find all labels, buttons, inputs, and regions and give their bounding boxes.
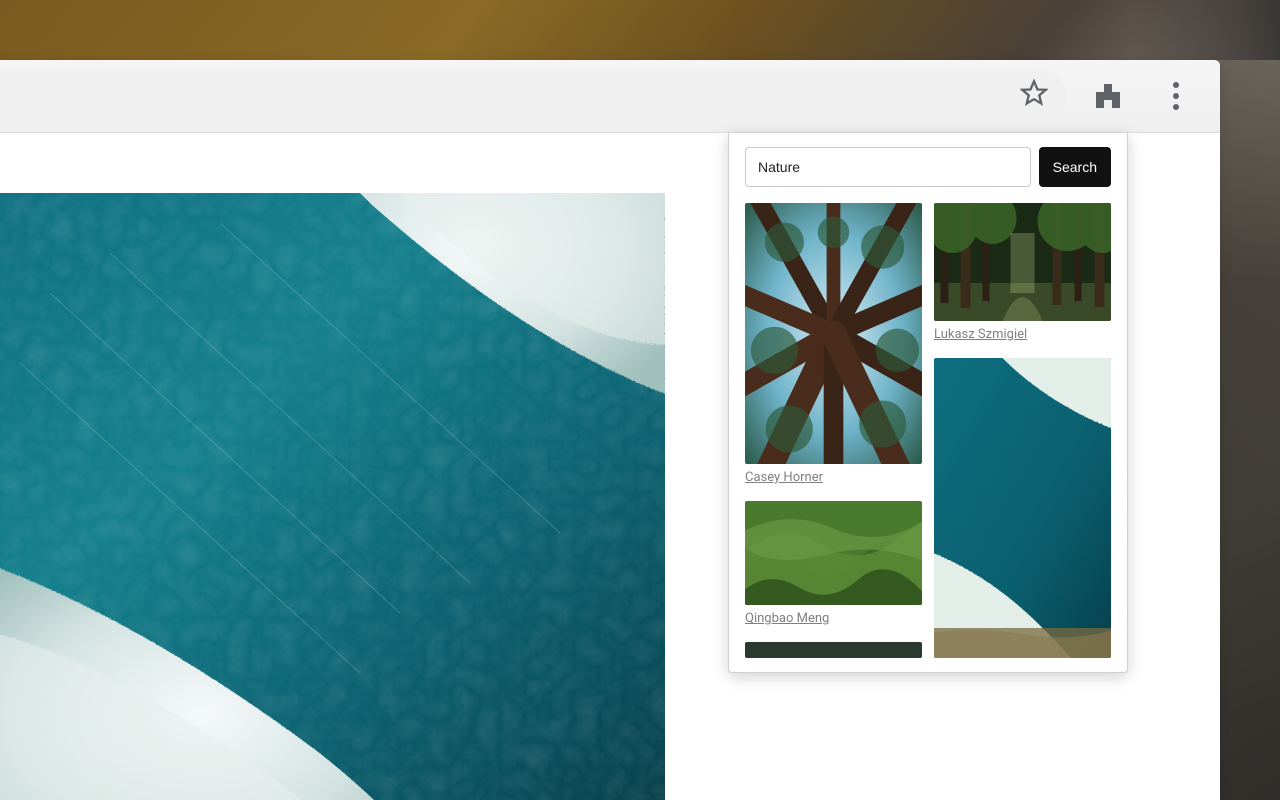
search-button[interactable]: Search xyxy=(1039,147,1111,187)
desktop-background-edge xyxy=(1130,0,1280,60)
unsplash-extension-icon[interactable] xyxy=(1092,80,1124,112)
results-column-left: Casey Horner Qingbao Meng xyxy=(745,203,922,658)
search-input[interactable] xyxy=(745,147,1031,187)
bookmark-star-icon[interactable] xyxy=(1020,79,1048,111)
search-row: Search xyxy=(745,147,1111,187)
extension-popup: Search xyxy=(728,133,1128,673)
hero-image-ocean xyxy=(0,193,665,800)
result-thumbnail-trees[interactable] xyxy=(745,203,922,464)
address-bar[interactable] xyxy=(0,70,1066,120)
kebab-menu-icon[interactable] xyxy=(1160,80,1192,112)
result-thumbnail-partial[interactable] xyxy=(745,642,922,658)
photo-credit-link[interactable]: Lukasz Szmigiel xyxy=(934,327,1111,342)
result-thumbnail-hills[interactable] xyxy=(745,501,922,605)
browser-window: Search xyxy=(0,60,1220,800)
photo-credit-link[interactable]: Qingbao Meng xyxy=(745,611,922,626)
desktop-background-side xyxy=(1220,60,1280,800)
photo-credit-link[interactable]: Casey Horner xyxy=(745,470,922,485)
result-thumbnail-forest[interactable] xyxy=(934,203,1111,321)
results-column-right: Lukasz Szmigiel xyxy=(934,203,1111,658)
result-thumbnail-ocean[interactable] xyxy=(934,358,1111,658)
page-content: Search xyxy=(0,133,1220,800)
results-grid: Casey Horner Qingbao Meng xyxy=(745,203,1111,658)
browser-toolbar xyxy=(0,60,1220,133)
